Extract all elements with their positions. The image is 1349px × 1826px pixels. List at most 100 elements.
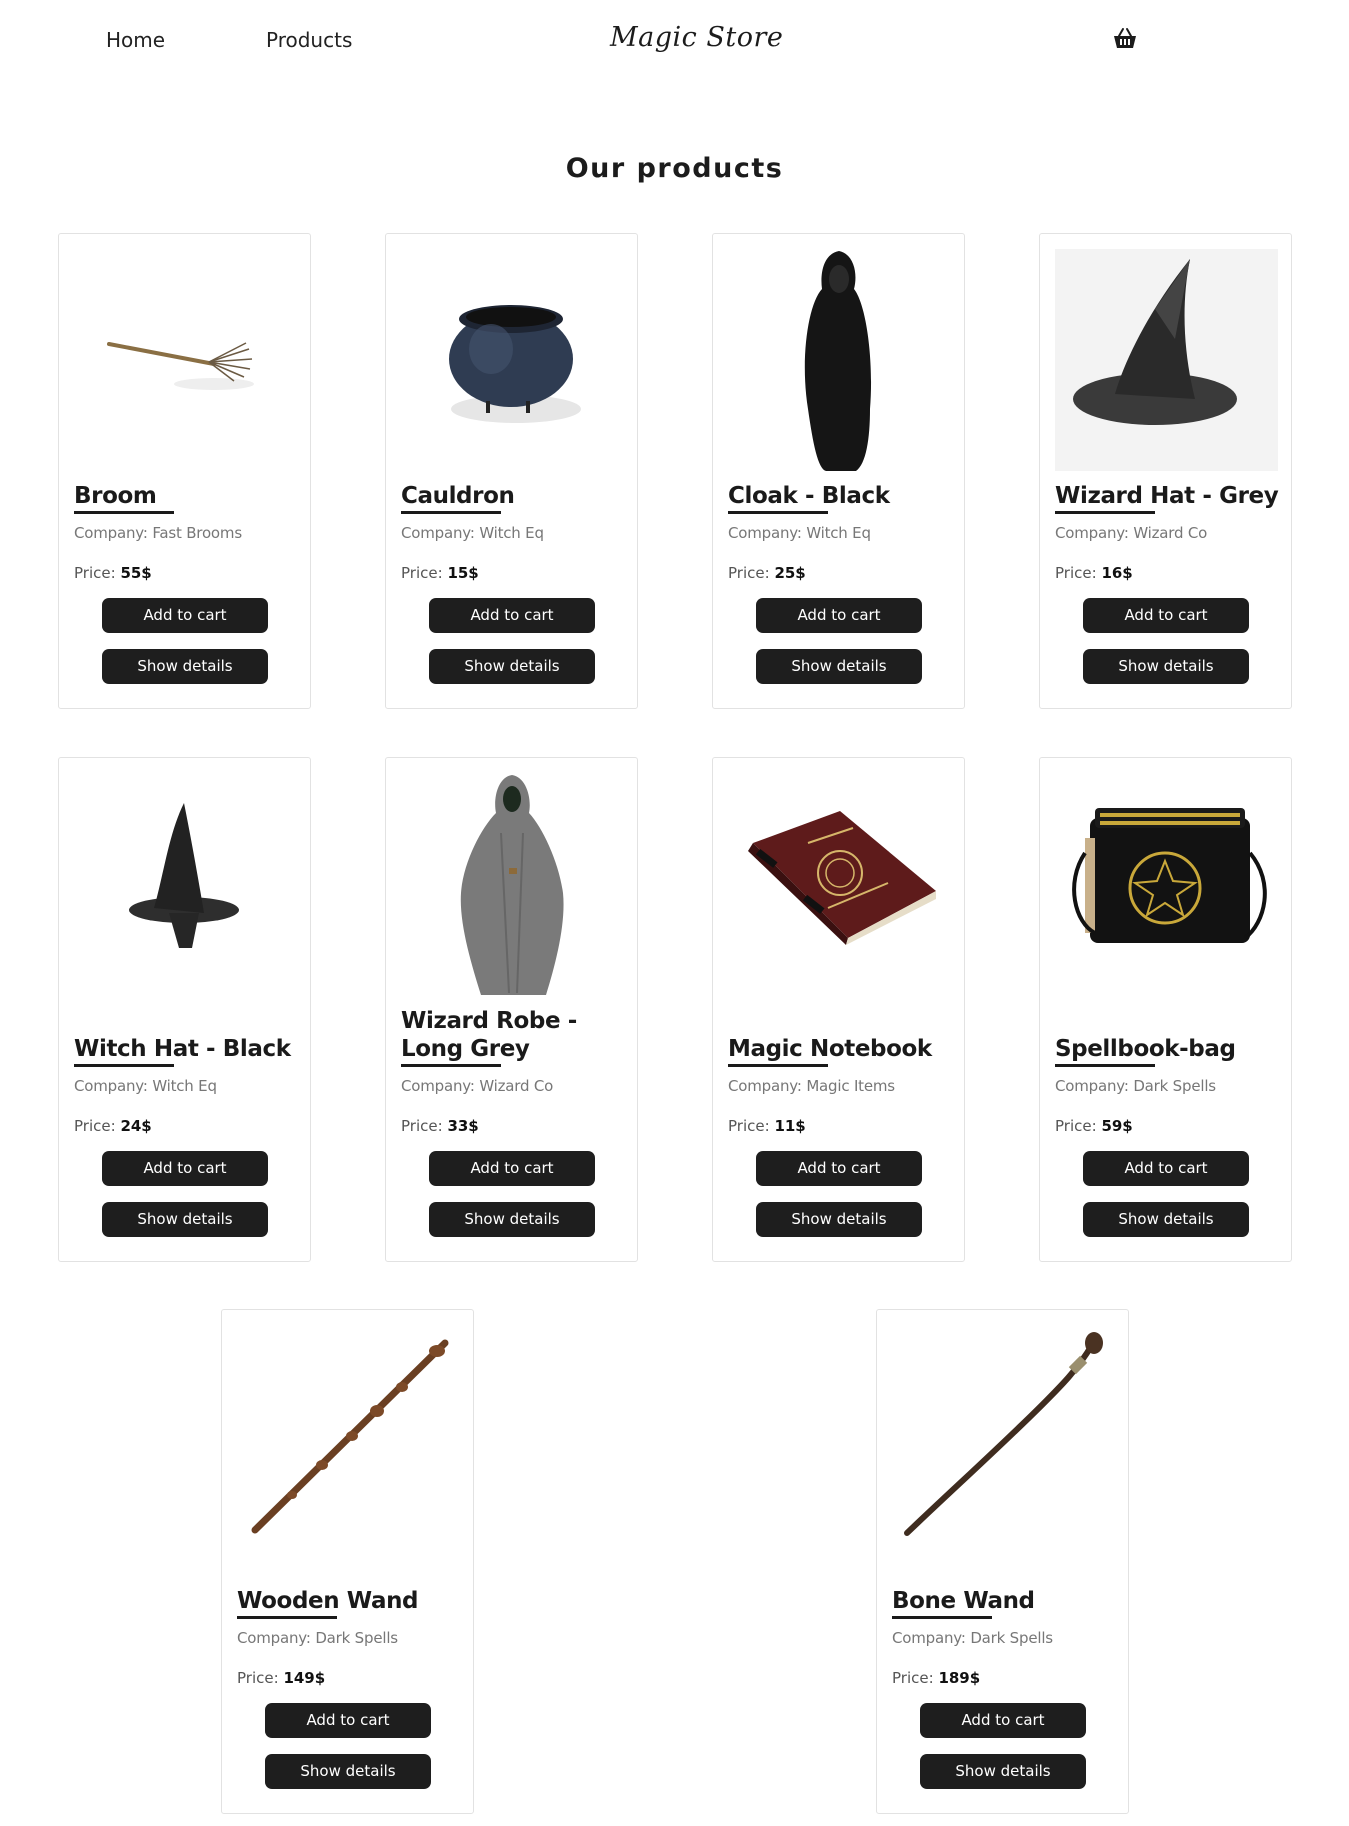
show-details-button[interactable]: Show details bbox=[429, 649, 595, 684]
company-label: Company: bbox=[401, 524, 475, 542]
nav-home-link[interactable]: Home bbox=[106, 28, 165, 52]
add-to-cart-button[interactable]: Add to cart bbox=[920, 1703, 1086, 1738]
price-value: 149$ bbox=[283, 1669, 326, 1687]
basket-icon[interactable] bbox=[1112, 27, 1138, 51]
product-card: Spellbook-bag Company: Dark Spells Price… bbox=[1039, 757, 1292, 1262]
add-to-cart-button[interactable]: Add to cart bbox=[1083, 598, 1249, 633]
title-underline bbox=[728, 511, 828, 514]
company-value: Fast Brooms bbox=[152, 524, 242, 542]
show-details-button[interactable]: Show details bbox=[756, 649, 922, 684]
show-details-button[interactable]: Show details bbox=[1083, 649, 1249, 684]
product-image-witch-hat[interactable] bbox=[74, 773, 297, 995]
show-details-button[interactable]: Show details bbox=[102, 1202, 268, 1237]
product-image-cloak[interactable] bbox=[728, 249, 951, 471]
product-card: Wizard Hat - Grey Company: Wizard Co Pri… bbox=[1039, 233, 1292, 709]
product-price: Price: 189$ bbox=[892, 1669, 1116, 1687]
product-company: Company: Dark Spells bbox=[237, 1629, 461, 1647]
nav-products-link[interactable]: Products bbox=[266, 28, 352, 52]
price-label: Price: bbox=[728, 1117, 770, 1135]
add-to-cart-button[interactable]: Add to cart bbox=[102, 598, 268, 633]
add-to-cart-button[interactable]: Add to cart bbox=[756, 598, 922, 633]
title-underline bbox=[1055, 1064, 1155, 1067]
price-label: Price: bbox=[74, 1117, 116, 1135]
product-company: Company: Magic Items bbox=[728, 1077, 952, 1095]
product-name: Wooden Wand bbox=[237, 1588, 419, 1614]
product-price: Price: 59$ bbox=[1055, 1117, 1279, 1135]
product-name: Wizard Robe - Long Grey bbox=[401, 1008, 577, 1062]
product-card: Bone Wand Company: Dark Spells Price: 18… bbox=[876, 1309, 1129, 1814]
price-value: 16$ bbox=[1101, 564, 1133, 582]
price-value: 189$ bbox=[938, 1669, 981, 1687]
company-label: Company: bbox=[74, 524, 148, 542]
show-details-button[interactable]: Show details bbox=[429, 1202, 595, 1237]
show-details-button[interactable]: Show details bbox=[265, 1754, 431, 1789]
add-to-cart-button[interactable]: Add to cart bbox=[102, 1151, 268, 1186]
add-to-cart-button[interactable]: Add to cart bbox=[756, 1151, 922, 1186]
company-value: Dark Spells bbox=[315, 1629, 398, 1647]
product-price: Price: 11$ bbox=[728, 1117, 952, 1135]
company-label: Company: bbox=[728, 524, 802, 542]
show-details-button[interactable]: Show details bbox=[756, 1202, 922, 1237]
show-details-button[interactable]: Show details bbox=[920, 1754, 1086, 1789]
product-image-notebook[interactable] bbox=[728, 773, 951, 995]
company-value: Wizard Co bbox=[1133, 524, 1208, 542]
product-name: Cloak - Black bbox=[728, 483, 890, 509]
product-image-bone-wand[interactable] bbox=[892, 1325, 1115, 1547]
site-logo[interactable]: Magic Store bbox=[610, 22, 783, 53]
product-image-broom[interactable] bbox=[74, 249, 297, 471]
title-underline bbox=[1055, 511, 1155, 514]
product-price: Price: 33$ bbox=[401, 1117, 625, 1135]
company-value: Witch Eq bbox=[152, 1077, 217, 1095]
price-value: 33$ bbox=[447, 1117, 479, 1135]
product-card: Wizard Robe - Long Grey Company: Wizard … bbox=[385, 757, 638, 1262]
product-name: Cauldron bbox=[401, 483, 515, 509]
product-name: Broom bbox=[74, 483, 157, 509]
price-label: Price: bbox=[1055, 1117, 1097, 1135]
product-image-wizard-hat[interactable] bbox=[1055, 249, 1278, 471]
product-image-cauldron[interactable] bbox=[401, 249, 624, 471]
product-company: Company: Wizard Co bbox=[1055, 524, 1279, 542]
product-company: Company: Wizard Co bbox=[401, 1077, 625, 1095]
product-image-wooden-wand[interactable] bbox=[237, 1325, 460, 1547]
product-price: Price: 25$ bbox=[728, 564, 952, 582]
product-image-robe[interactable] bbox=[401, 773, 624, 995]
add-to-cart-button[interactable]: Add to cart bbox=[429, 598, 595, 633]
product-card: Magic Notebook Company: Magic Items Pric… bbox=[712, 757, 965, 1262]
product-card: Broom Company: Fast Brooms Price: 55$ Ad… bbox=[58, 233, 311, 709]
product-company: Company: Dark Spells bbox=[892, 1629, 1116, 1647]
company-value: Witch Eq bbox=[806, 524, 871, 542]
title-underline bbox=[237, 1616, 337, 1619]
company-label: Company: bbox=[74, 1077, 148, 1095]
product-card: Witch Hat - Black Company: Witch Eq Pric… bbox=[58, 757, 311, 1262]
product-company: Company: Dark Spells bbox=[1055, 1077, 1279, 1095]
product-company: Company: Witch Eq bbox=[401, 524, 625, 542]
company-value: Witch Eq bbox=[479, 524, 544, 542]
product-company: Company: Witch Eq bbox=[728, 524, 952, 542]
price-label: Price: bbox=[74, 564, 116, 582]
price-label: Price: bbox=[728, 564, 770, 582]
price-label: Price: bbox=[401, 564, 443, 582]
price-value: 15$ bbox=[447, 564, 479, 582]
product-image-bag[interactable] bbox=[1055, 773, 1278, 995]
add-to-cart-button[interactable]: Add to cart bbox=[265, 1703, 431, 1738]
product-price: Price: 16$ bbox=[1055, 564, 1279, 582]
company-label: Company: bbox=[237, 1629, 311, 1647]
product-company: Company: Witch Eq bbox=[74, 1077, 298, 1095]
show-details-button[interactable]: Show details bbox=[102, 649, 268, 684]
price-value: 59$ bbox=[1101, 1117, 1133, 1135]
price-label: Price: bbox=[401, 1117, 443, 1135]
title-underline bbox=[74, 511, 174, 514]
product-name: Witch Hat - Black bbox=[74, 1036, 291, 1062]
title-underline bbox=[892, 1616, 992, 1619]
show-details-button[interactable]: Show details bbox=[1083, 1202, 1249, 1237]
product-card: Cloak - Black Company: Witch Eq Price: 2… bbox=[712, 233, 965, 709]
product-price: Price: 149$ bbox=[237, 1669, 461, 1687]
add-to-cart-button[interactable]: Add to cart bbox=[429, 1151, 595, 1186]
product-name: Magic Notebook bbox=[728, 1036, 932, 1062]
price-value: 24$ bbox=[120, 1117, 152, 1135]
company-label: Company: bbox=[401, 1077, 475, 1095]
company-value: Magic Items bbox=[806, 1077, 895, 1095]
page-title: Our products bbox=[565, 153, 784, 184]
company-label: Company: bbox=[1055, 1077, 1129, 1095]
add-to-cart-button[interactable]: Add to cart bbox=[1083, 1151, 1249, 1186]
